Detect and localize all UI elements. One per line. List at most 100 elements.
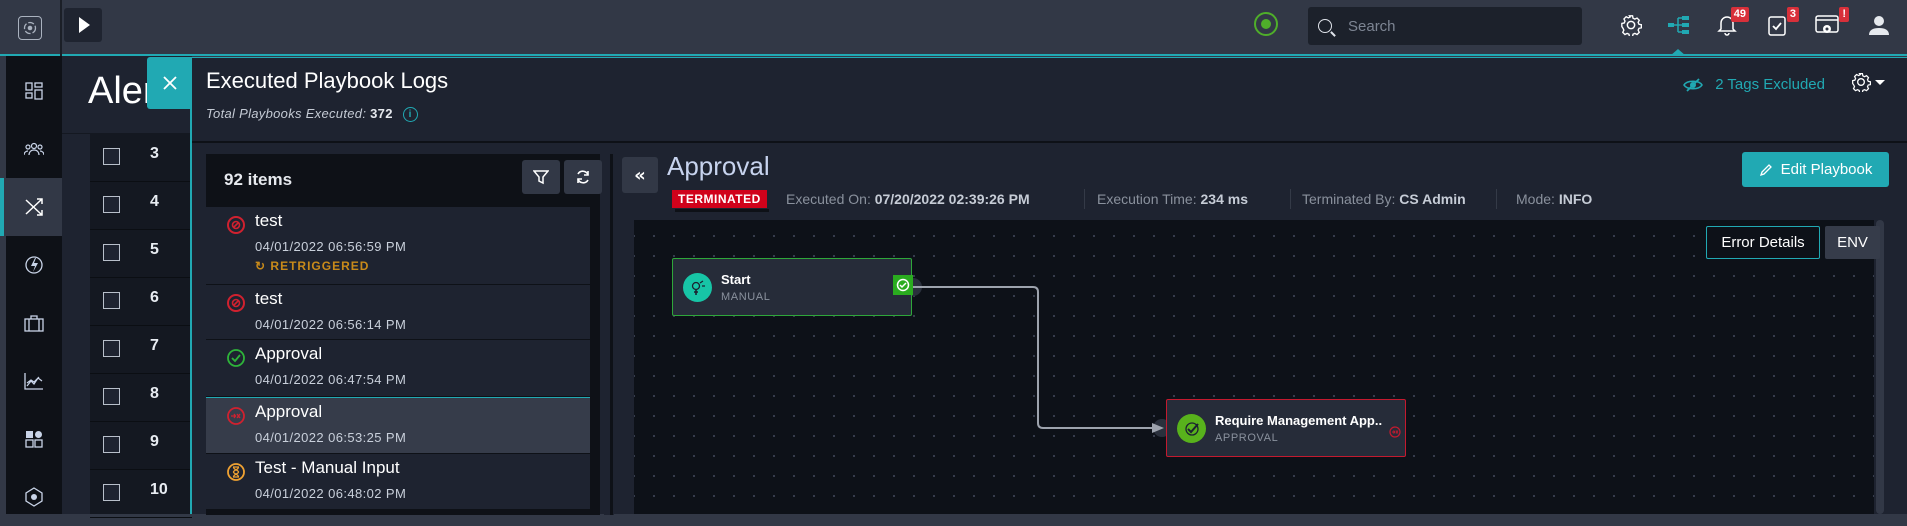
analytics-icon <box>24 373 43 390</box>
total-playbooks-executed: Total Playbooks Executed: 372 i <box>206 106 418 123</box>
alerts-page-title: Aler <box>88 70 156 112</box>
nav-playbooks[interactable] <box>0 178 62 236</box>
log-item-date: 04/01/2022 06:48:02 PM <box>255 486 407 501</box>
log-list-item[interactable]: test 04/01/2022 06:56:59 PM ↻ RETRIGGERED <box>206 207 590 285</box>
log-item-name: Test - Manual Input <box>255 458 400 477</box>
row-checkbox[interactable] <box>103 292 120 309</box>
row-checkbox[interactable] <box>103 436 120 453</box>
executed-on-value: 07/20/2022 02:39:26 PM <box>874 191 1030 207</box>
row-number: 10 <box>150 481 168 498</box>
canvas-scrollbar[interactable] <box>1876 220 1884 514</box>
row-number: 5 <box>150 241 159 258</box>
nav-analytics[interactable] <box>6 352 62 410</box>
manual-start-icon <box>683 273 712 302</box>
alert-row[interactable]: 8 <box>90 374 192 422</box>
alert-row[interactable]: 6 <box>90 278 192 326</box>
log-item-date: 04/01/2022 06:47:54 PM <box>255 372 407 387</box>
retriggered-text: RETRIGGERED <box>270 259 370 273</box>
log-item-date: 04/01/2022 06:56:14 PM <box>255 317 407 332</box>
log-list-item[interactable]: Approval 04/01/2022 06:53:25 PM <box>206 397 590 454</box>
terminated-by-value: CS Admin <box>1399 191 1466 207</box>
widgets-icon <box>25 431 43 448</box>
integrations-icon <box>25 487 43 507</box>
log-list-item[interactable]: Approval 04/01/2022 06:47:54 PM <box>206 340 590 397</box>
alert-row[interactable]: 10 <box>90 470 192 518</box>
terminated-status-icon <box>226 215 246 235</box>
awaiting-status-icon <box>226 462 246 482</box>
playbook-tree-icon[interactable] <box>1666 12 1692 38</box>
log-list-item[interactable]: test 04/01/2022 06:56:14 PM <box>206 285 590 340</box>
nav-briefcase[interactable] <box>6 294 62 352</box>
approval-icon <box>1177 414 1206 443</box>
alert-row[interactable]: 7 <box>90 326 192 374</box>
log-item-name: test <box>255 211 283 230</box>
items-count: 92 items <box>224 170 293 189</box>
row-number: 8 <box>150 385 159 402</box>
execution-time-value: 234 ms <box>1200 191 1248 207</box>
pencil-icon <box>1759 163 1772 176</box>
retriggered-label: ↻ RETRIGGERED <box>255 259 369 273</box>
system-alert-icon[interactable]: ! <box>1814 7 1849 38</box>
terminated-by: Terminated By: CS Admin <box>1302 191 1466 207</box>
dashboard-icon <box>25 82 43 100</box>
settings-icon <box>1852 73 1871 92</box>
log-item-date: 04/01/2022 06:53:25 PM <box>255 430 407 445</box>
close-drawer-button[interactable] <box>147 57 192 109</box>
active-indicator <box>1670 49 1686 56</box>
nav-people[interactable] <box>6 120 62 178</box>
notifications-icon[interactable]: 49 <box>1714 7 1749 38</box>
shuffle-icon <box>25 198 43 216</box>
row-checkbox[interactable] <box>103 388 120 405</box>
status-badge: TERMINATED <box>672 190 767 208</box>
edit-playbook-label: Edit Playbook <box>1780 161 1873 178</box>
expand-menu-button[interactable] <box>64 8 102 42</box>
collapse-list-button[interactable]: « <box>622 157 658 193</box>
node-title: Require Management App.. <box>1215 413 1383 428</box>
row-checkbox[interactable] <box>103 244 120 261</box>
env-button[interactable]: ENV <box>1825 226 1880 259</box>
log-list-item[interactable]: Test - Manual Input 04/01/2022 06:48:02 P… <box>206 454 590 510</box>
tasks-icon[interactable]: 3 <box>1764 7 1799 38</box>
nav-widgets[interactable] <box>6 410 62 468</box>
row-number: 9 <box>150 433 159 450</box>
alert-row[interactable]: 4 <box>90 182 192 230</box>
nav-automation[interactable] <box>6 236 62 294</box>
row-checkbox[interactable] <box>103 196 120 213</box>
refresh-button[interactable] <box>564 160 602 194</box>
tags-excluded-label: 2 Tags Excluded <box>1715 76 1825 93</box>
nav-dashboard[interactable] <box>6 62 62 120</box>
drawer-title: Executed Playbook Logs <box>206 68 449 93</box>
alert-row[interactable]: 9 <box>90 422 192 470</box>
log-item-name: Approval <box>255 402 323 421</box>
filter-icon <box>533 170 549 185</box>
row-checkbox[interactable] <box>103 340 120 357</box>
search-box[interactable] <box>1308 7 1582 45</box>
connector-status-icon[interactable] <box>1254 12 1278 36</box>
user-icon[interactable] <box>1866 12 1892 38</box>
alerts-table: 3 4 5 6 7 8 9 10 <box>90 134 192 518</box>
nav-integrations[interactable] <box>6 468 62 526</box>
tags-excluded-link[interactable]: 2 Tags Excluded <box>1683 76 1825 93</box>
error-details-button[interactable]: Error Details <box>1706 226 1820 259</box>
alert-row[interactable]: 3 <box>90 134 192 182</box>
filter-button[interactable] <box>522 160 560 194</box>
lightning-icon <box>25 256 43 274</box>
search-input[interactable] <box>1348 17 1568 35</box>
notifications-badge: 49 <box>1730 7 1749 22</box>
edit-playbook-button[interactable]: Edit Playbook <box>1742 152 1889 187</box>
refresh-icon <box>577 170 589 184</box>
canvas-node-approval[interactable]: Require Management App.. APPROVAL <box>1166 399 1406 457</box>
row-number: 3 <box>150 145 159 162</box>
canvas-node-start[interactable]: Start MANUAL <box>672 258 913 316</box>
alert-row[interactable]: 5 <box>90 230 192 278</box>
drawer-settings-dropdown[interactable] <box>1851 72 1885 92</box>
row-checkbox[interactable] <box>103 484 120 501</box>
settings-icon[interactable] <box>1618 12 1644 38</box>
people-icon <box>24 142 44 156</box>
info-icon[interactable]: i <box>402 107 418 123</box>
node-type: MANUAL <box>721 291 771 303</box>
mode-value: INFO <box>1558 191 1593 207</box>
app-logo[interactable] <box>0 0 62 56</box>
row-checkbox[interactable] <box>103 148 120 165</box>
briefcase-icon <box>24 315 44 332</box>
